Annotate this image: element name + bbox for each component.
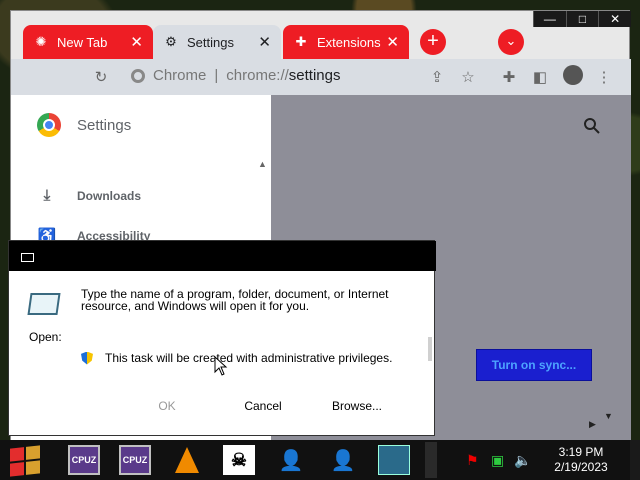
tab-search-button[interactable]: ⌄ [498,29,524,55]
close-window-button[interactable]: ✕ [598,11,631,27]
start-button[interactable] [10,445,40,477]
clock-date: 2/19/2023 [554,460,608,474]
scroll-down-icon[interactable]: ▼ [604,411,613,421]
show-desktop-button[interactable] [630,440,640,480]
run-dialog-titlebar[interactable] [9,241,436,271]
tab-strip: ✺ New Tab ✕ ⚙ Settings ✕ ✚ Extensions ✕ … [11,11,631,59]
vlc-cone-icon [175,447,199,473]
tab-label: Extensions [317,34,381,50]
run-app-icon[interactable] [378,445,410,475]
run-program-icon [27,293,61,315]
tab-label: New Tab [57,34,108,50]
taskbar-divider [425,442,437,478]
settings-header: Settings [37,113,131,137]
minimize-button[interactable]: — [533,11,566,27]
user-app-icon[interactable]: 👤 [275,445,307,475]
new-tab-button[interactable]: + [420,29,446,55]
open-input[interactable] [79,325,429,347]
toolbar: ↻ Chrome | chrome://settings ⇪ ☆ ✚ ◧ ⋮ [11,59,631,95]
close-icon[interactable]: ✕ [130,33,143,51]
user-app-icon[interactable]: 👤 [327,445,359,475]
share-icon[interactable]: ⇪ [427,67,447,87]
cpuz-app-icon[interactable]: CPUZ [68,445,100,475]
address-bar[interactable]: Chrome | chrome://settings [131,67,341,84]
skull-app-icon[interactable]: ☠ [223,445,255,475]
address-separator: | [214,67,219,84]
address-path: settings [288,67,341,84]
reload-icon[interactable]: ↻ [91,67,111,87]
profile-avatar[interactable] [563,65,583,85]
search-icon[interactable] [583,117,601,135]
new-tab-icon: ✺ [35,34,47,49]
run-dialog: Type the name of a program, folder, docu… [8,240,436,436]
cpuz-app-icon[interactable]: CPUZ [119,445,151,475]
extensions-icon[interactable]: ✚ [499,67,519,87]
system-clock[interactable]: 3:19 PM 2/19/2023 [548,445,614,475]
flag-icon[interactable]: ⚑ [466,452,479,469]
vlc-app-icon[interactable] [171,445,203,475]
scroll-up-icon[interactable]: ▲ [258,159,267,169]
admin-note: This task will be created with administr… [81,351,392,365]
sidebar-item-downloads[interactable]: ⤓ Downloads [37,187,141,204]
sidebar-item-label: Downloads [77,188,142,203]
side-panel-icon[interactable]: ◧ [530,67,550,87]
menu-icon[interactable]: ⋮ [594,67,614,87]
tab-extensions[interactable]: ✚ Extensions ✕ [283,25,409,59]
volume-icon[interactable]: 🔈 [514,452,531,469]
run-icon [21,253,34,262]
close-icon[interactable]: ✕ [258,33,271,51]
chrome-logo-icon [37,113,61,137]
open-label: Open: [29,330,62,344]
browse-button[interactable]: Browse... [317,395,397,417]
window-controls: — □ ✕ [533,11,631,27]
clock-time: 3:19 PM [558,445,604,459]
mouse-cursor-icon [214,356,228,376]
tab-settings[interactable]: ⚙ Settings ✕ [153,25,281,59]
tab-label: Settings [187,34,234,50]
page-title: Settings [77,116,132,134]
taskbar: CPUZ CPUZ ☠ 👤 👤 ⚑ ▣ 🔈 3:19 PM 2/19/2023 [0,440,640,480]
ok-button[interactable]: OK [127,395,207,417]
gear-icon: ⚙ [165,34,177,49]
chevron-right-icon[interactable]: ▶ [589,419,596,430]
shield-icon [81,351,93,365]
close-icon[interactable]: ✕ [386,33,399,51]
admin-note-text: This task will be created with administr… [105,351,393,365]
address-scheme: chrome:// [226,67,289,84]
maximize-button[interactable]: □ [565,11,599,27]
chrome-icon [131,68,145,83]
run-description: Type the name of a program, folder, docu… [81,287,389,313]
network-icon[interactable]: ▣ [491,452,504,469]
dropdown-scroll[interactable] [428,337,432,361]
address-site: Chrome [153,67,207,84]
puzzle-icon: ✚ [295,34,307,49]
download-icon: ⤓ [43,187,51,204]
tab-new-tab[interactable]: ✺ New Tab ✕ [23,25,153,59]
cancel-button[interactable]: Cancel [223,395,303,417]
turn-on-sync-button[interactable]: Turn on sync... [476,349,592,381]
star-icon[interactable]: ☆ [458,67,478,87]
